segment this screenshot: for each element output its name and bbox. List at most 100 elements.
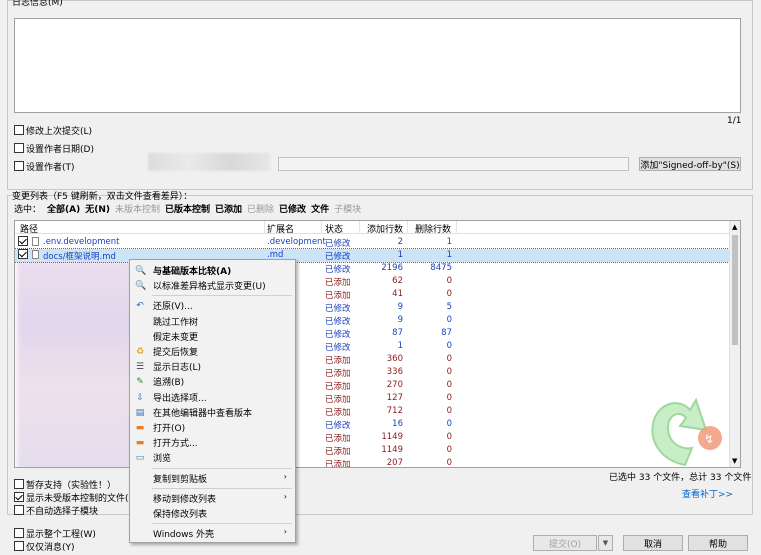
table-row[interactable]: 已添加 712 0 <box>15 405 731 418</box>
menu-item-20[interactable]: Windows 外壳 › <box>130 526 295 541</box>
table-row[interactable]: 已添加 1149 0 <box>15 444 731 457</box>
row-deleted: 0 <box>446 276 452 286</box>
table-row[interactable]: docs/框架说明.md .md 已修改 1 1 <box>15 248 732 263</box>
col-path[interactable]: 路径 <box>20 222 38 235</box>
row-deleted: 0 <box>446 367 452 377</box>
menu-item-9[interactable]: ⇩ 导出选择项... <box>130 390 295 405</box>
menu-item-17[interactable]: 移动到修改列表 › <box>130 491 295 506</box>
menu-item-6[interactable]: ♻ 提交后恢复 <box>130 344 295 359</box>
show-unversioned-checkbox[interactable] <box>14 492 24 502</box>
row-checkbox[interactable] <box>18 236 28 246</box>
no-submodules-row[interactable]: 不自动选择子模块 <box>14 504 99 517</box>
menu-item-1[interactable]: 🔍 以标准差异格式显示变更(U) <box>130 278 295 293</box>
amend-checkbox[interactable] <box>14 125 24 135</box>
message-only-row[interactable]: 仅仅消息(Y) <box>14 540 75 553</box>
commit-button[interactable]: 提交(O) <box>533 535 597 551</box>
menu-item-10[interactable]: ▤ 在其他编辑器中查看版本 <box>130 405 295 420</box>
submenu-arrow-icon: › <box>283 471 287 481</box>
whole-project-label: 显示整个工程(W) <box>26 529 96 540</box>
row-status: 已添加 <box>325 447 351 457</box>
menu-item-0[interactable]: 🔍 与基础版本比较(A) <box>130 263 295 278</box>
table-row[interactable]: 已添加 41 0 <box>15 288 731 301</box>
menu-item-18[interactable]: 保持修改列表 <box>130 506 295 521</box>
row-status: 已修改 <box>325 252 351 262</box>
table-row[interactable]: 已添加 360 0 <box>15 353 731 366</box>
filter-7[interactable]: 文件 <box>311 202 329 215</box>
menu-item-7[interactable]: ☰ 显示日志(L) <box>130 359 295 374</box>
editor-icon: ▤ <box>135 407 145 418</box>
menu-item-13[interactable]: ▭ 浏览 <box>130 450 295 465</box>
menu-item-5[interactable]: 假定未变更 <box>130 329 295 344</box>
row-deleted: 87 <box>441 328 452 338</box>
signoff-button[interactable]: 添加"Signed-off-by"(S) <box>639 157 741 171</box>
amend-checkbox-row[interactable]: 修改上次提交(L) <box>14 124 92 137</box>
table-row[interactable]: 已修改 9 5 <box>15 301 731 314</box>
table-row[interactable]: 已修改 2196 8475 <box>15 262 731 275</box>
message-textarea[interactable] <box>14 18 741 113</box>
stash-row[interactable]: 暂存支持（实验性！） <box>14 478 116 491</box>
table-row[interactable]: 已添加 270 0 <box>15 379 731 392</box>
row-status: 已添加 <box>325 434 351 444</box>
open-with-icon: ▬ <box>135 438 145 449</box>
filter-3[interactable]: 已版本控制 <box>165 202 210 215</box>
menu-item-label: 打开方式... <box>153 439 198 450</box>
scroll-up-icon[interactable]: ▲ <box>732 223 737 231</box>
browse-icon: ▭ <box>135 453 145 464</box>
row-added: 336 <box>386 367 403 377</box>
row-checkbox[interactable] <box>18 249 28 259</box>
stash-checkbox[interactable] <box>14 479 24 489</box>
cancel-button[interactable]: 取消 <box>623 535 683 551</box>
col-status[interactable]: 状态 <box>325 222 343 235</box>
table-row[interactable]: 已添加 62 0 <box>15 275 731 288</box>
col-added[interactable]: 添加行数 <box>367 222 403 235</box>
menu-item-8[interactable]: ✎ 追溯(B) <box>130 374 295 389</box>
menu-item-4[interactable]: 跳过工作树 <box>130 314 295 329</box>
table-row[interactable]: 已添加 336 0 <box>15 366 731 379</box>
scroll-thumb[interactable] <box>732 235 738 345</box>
menu-item-15[interactable]: 复制到剪贴板 › <box>130 471 295 486</box>
row-added: 2196 <box>381 263 403 273</box>
table-row[interactable]: 已修改 87 87 <box>15 327 731 340</box>
no-submodules-label: 不自动选择子模块 <box>26 506 99 517</box>
set-date-checkbox[interactable] <box>14 143 24 153</box>
row-status: 已添加 <box>325 369 351 379</box>
filter-0[interactable]: 全部(A) <box>47 202 80 215</box>
filter-5[interactable]: 已删除 <box>247 202 274 215</box>
table-row[interactable]: .env.development .development 已修改 2 1 <box>15 236 731 249</box>
author-redacted <box>148 153 270 171</box>
set-author-checkbox[interactable] <box>14 161 24 171</box>
filter-2[interactable]: 未版本控制 <box>115 202 160 215</box>
col-ext[interactable]: 扩展名 <box>267 222 294 235</box>
set-author-checkbox-row[interactable]: 设置作者(T) <box>14 160 75 173</box>
row-deleted: 0 <box>446 354 452 364</box>
whole-project-checkbox[interactable] <box>14 528 24 538</box>
filter-8[interactable]: 子模块 <box>334 202 361 215</box>
filter-4[interactable]: 已添加 <box>215 202 242 215</box>
table-scrollbar[interactable]: ▲ ▼ <box>729 221 740 467</box>
table-row[interactable]: 已修改 1 0 <box>15 340 731 353</box>
row-deleted: 0 <box>446 380 452 390</box>
no-submodules-checkbox[interactable] <box>14 505 24 515</box>
menu-item-11[interactable]: ▬ 打开(O) <box>130 420 295 435</box>
menu-item-label: 假定未变更 <box>153 332 199 343</box>
diff-icon: 🔍 <box>135 281 147 292</box>
table-row[interactable]: 已添加 207 0 <box>15 457 731 467</box>
table-row[interactable]: 已修改 9 0 <box>15 314 731 327</box>
menu-item-3[interactable]: ↶ 还原(V)... <box>130 298 295 313</box>
table-row[interactable]: 已添加 1149 0 <box>15 431 731 444</box>
col-deleted[interactable]: 删除行数 <box>415 222 451 235</box>
menu-item-12[interactable]: ▬ 打开方式... <box>130 435 295 450</box>
table-row[interactable]: 已修改 16 0 <box>15 418 731 431</box>
author-input[interactable] <box>278 157 629 171</box>
show-unversioned-row[interactable]: 显示未受版本控制的文件(U) <box>14 491 139 504</box>
filter-1[interactable]: 无(N) <box>85 202 110 215</box>
view-patch-link[interactable]: 查看补丁>> <box>682 487 733 500</box>
filter-6[interactable]: 已修改 <box>279 202 306 215</box>
set-date-checkbox-row[interactable]: 设置作者日期(D) <box>14 142 94 155</box>
commit-dropdown-button[interactable]: ▼ <box>598 535 613 551</box>
help-button[interactable]: 帮助 <box>688 535 748 551</box>
scroll-down-icon[interactable]: ▼ <box>732 457 737 465</box>
message-only-checkbox[interactable] <box>14 541 24 551</box>
whole-project-row[interactable]: 显示整个工程(W) <box>14 527 96 540</box>
table-row[interactable]: 已添加 127 0 <box>15 392 731 405</box>
